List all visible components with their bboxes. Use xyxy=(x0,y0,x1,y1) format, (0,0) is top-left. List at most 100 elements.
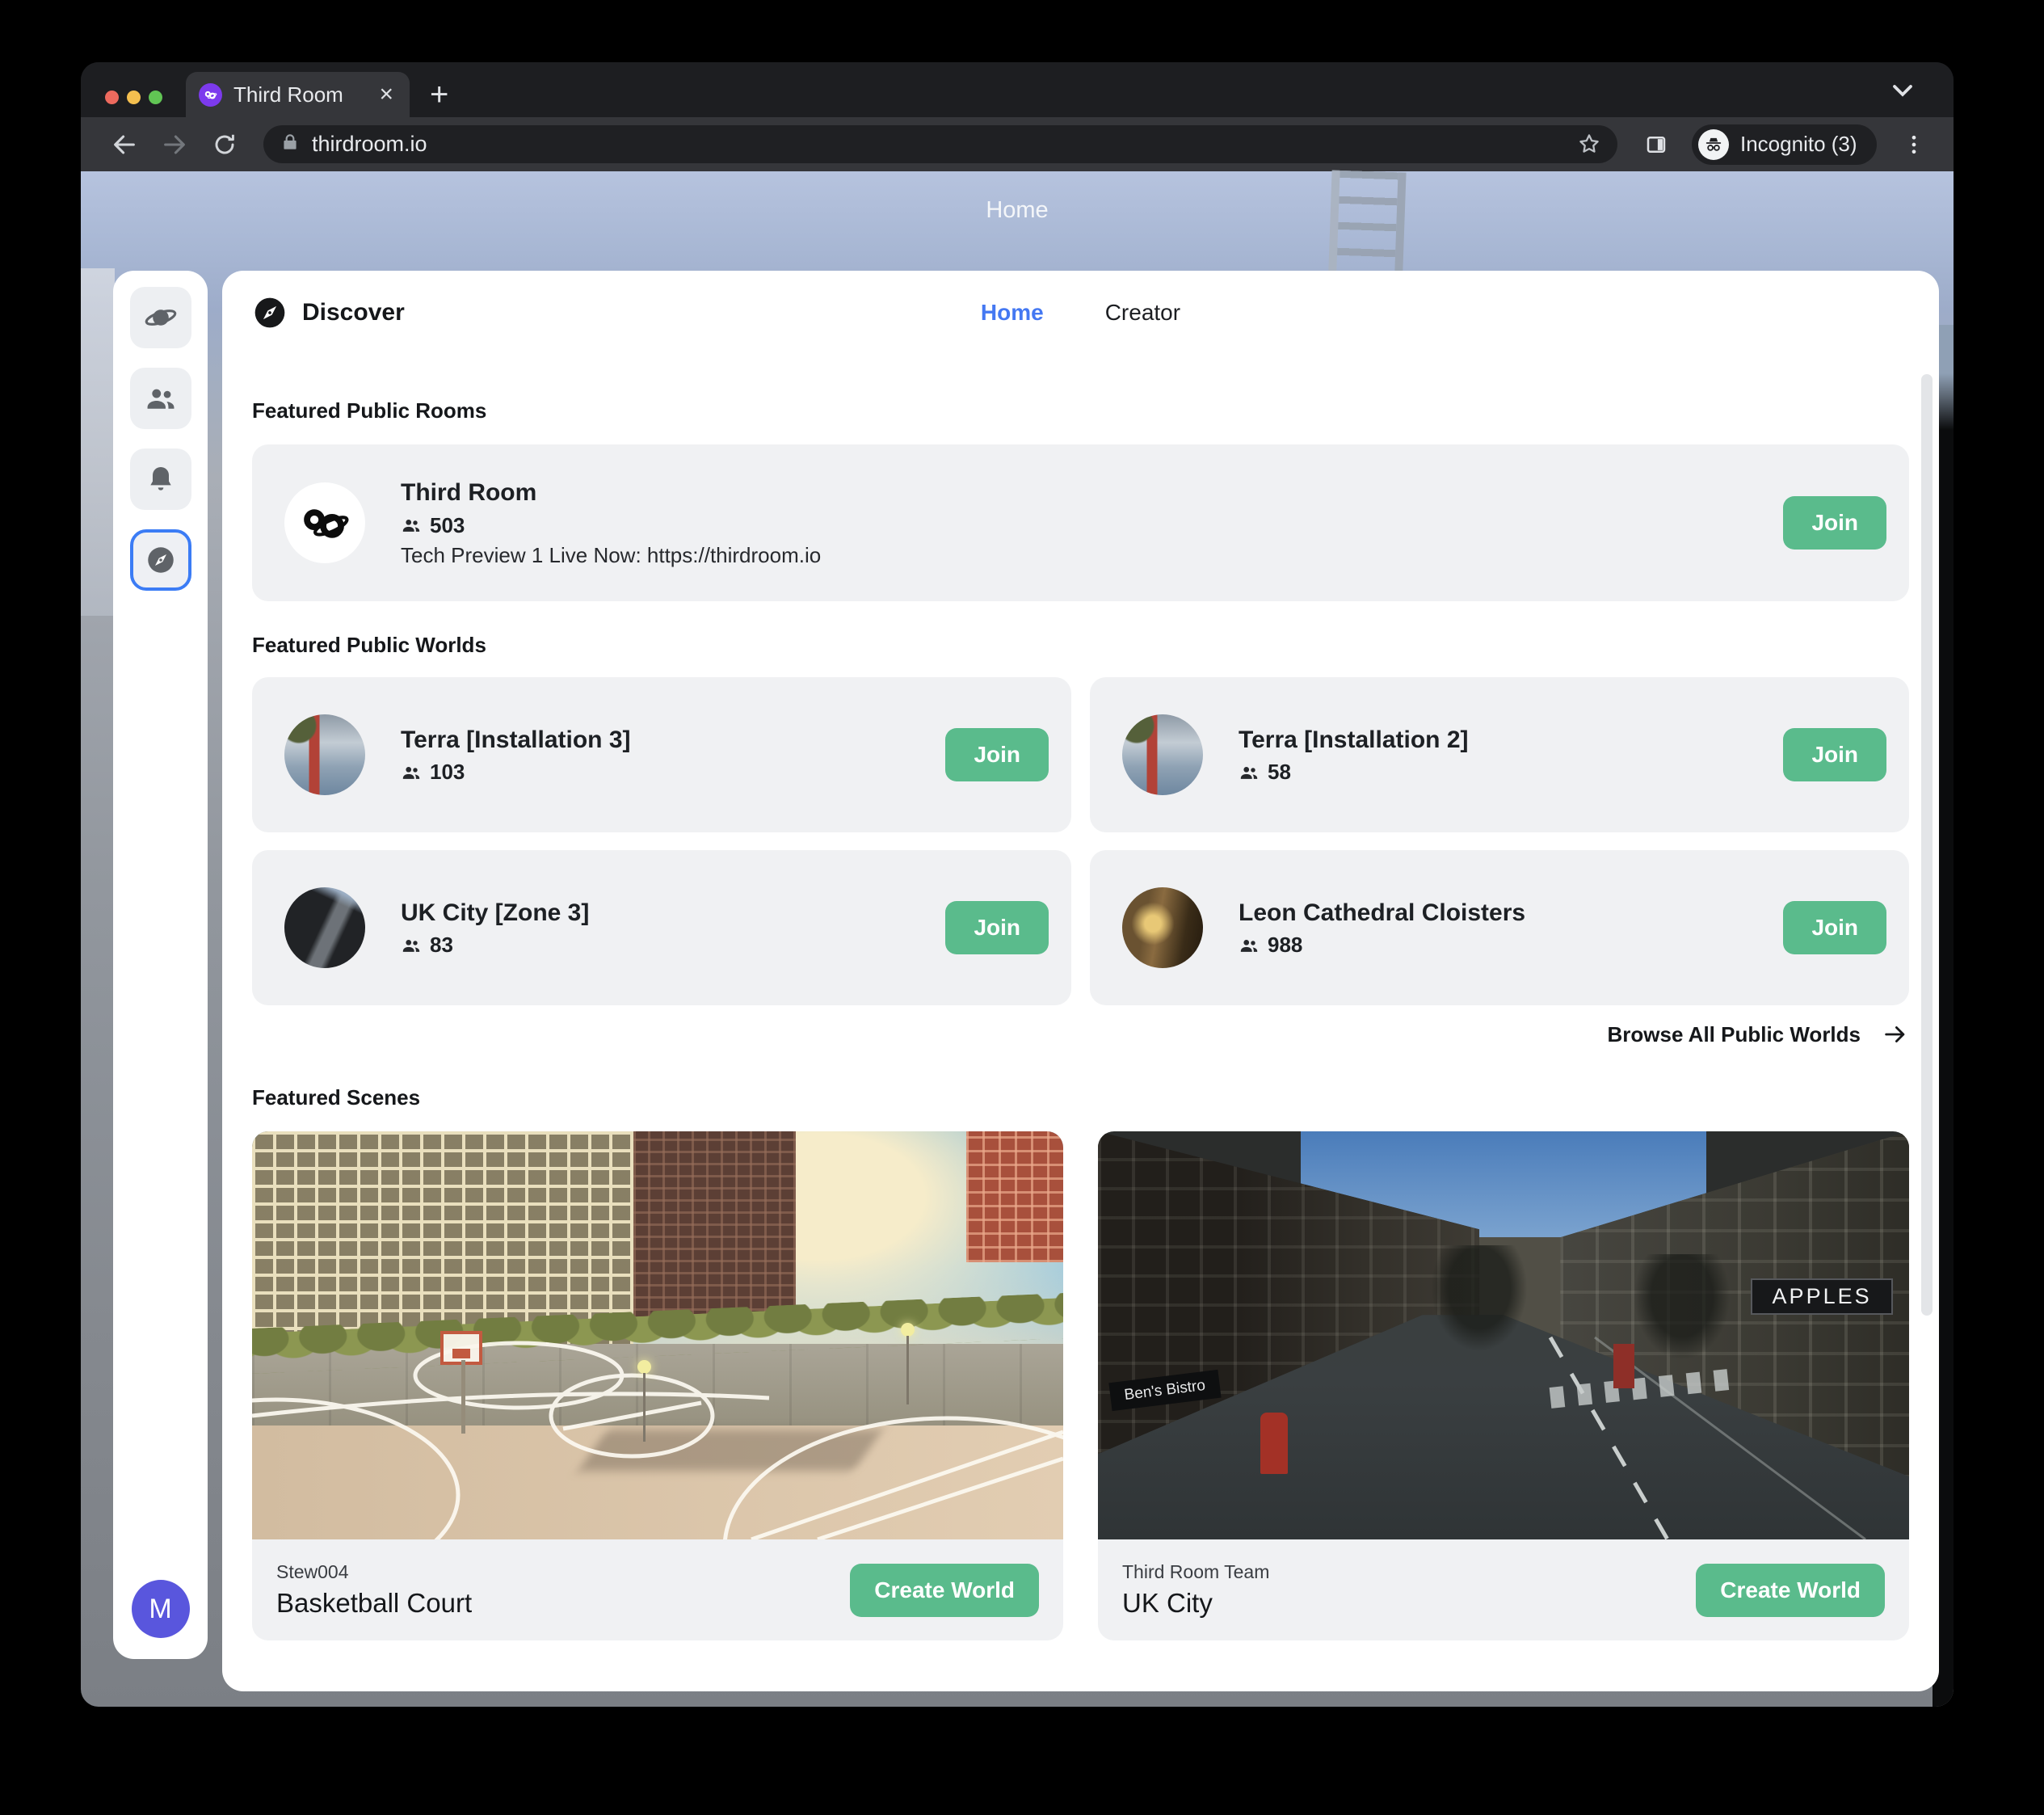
reload-button[interactable] xyxy=(207,127,242,162)
world-card-terra-2[interactable]: Terra [Installation 2] 58 Join xyxy=(1090,677,1909,832)
tab-home[interactable]: Home xyxy=(981,300,1044,326)
world-card-uk-city-zone3[interactable]: UK City [Zone 3] 83 Join xyxy=(252,850,1071,1005)
world-avatar xyxy=(284,887,365,968)
world-name: Leon Cathedral Cloisters xyxy=(1239,898,1525,929)
url-text: thirdroom.io xyxy=(312,132,427,157)
scene-footer: Third Room Team UK City Create World xyxy=(1098,1539,1909,1640)
sidebar-item-friends[interactable] xyxy=(130,368,191,429)
discover-title: Discover xyxy=(302,299,405,326)
join-button-leon-cathedral[interactable]: Join xyxy=(1783,901,1886,954)
tab-title: Third Room xyxy=(233,82,376,107)
members-icon xyxy=(1239,935,1260,956)
scene-card-basketball-court: Stew004 Basketball Court Create World xyxy=(252,1131,1063,1640)
people-icon xyxy=(144,381,178,415)
lamp-post xyxy=(637,1360,651,1374)
tab-close-icon[interactable]: × xyxy=(376,82,397,107)
world-card-leon-cathedral[interactable]: Leon Cathedral Cloisters 988 Join xyxy=(1090,850,1909,1005)
background-building-shape xyxy=(81,268,115,616)
world-member-count: 83 xyxy=(430,933,453,958)
bookmark-star-icon[interactable] xyxy=(1577,132,1601,160)
members-icon xyxy=(1239,762,1260,783)
sidebar-item-discover[interactable] xyxy=(130,529,191,591)
red-postbox xyxy=(1260,1413,1288,1474)
tab-strip: Third Room × + xyxy=(81,62,1954,117)
lock-icon xyxy=(280,132,301,157)
arrow-right-icon xyxy=(1882,1021,1909,1048)
scene-footer: Stew004 Basketball Court Create World xyxy=(252,1539,1063,1640)
screenshot-canvas: Third Room × + thirdroom.i xyxy=(0,0,2044,1815)
storefront-sign-apples: APPLES xyxy=(1751,1278,1893,1315)
scene-author: Third Room Team xyxy=(1122,1561,1269,1583)
world-name: Terra [Installation 2] xyxy=(1239,725,1469,756)
browse-all-label: Browse All Public Worlds xyxy=(1608,1022,1861,1047)
window-zoom-button[interactable] xyxy=(149,91,162,104)
tab-search-chevron-icon[interactable] xyxy=(1890,82,1915,103)
section-heading-scenes: Featured Scenes xyxy=(252,1085,420,1110)
room-card-third-room[interactable]: Third Room 503 Tech Preview 1 Live Now: … xyxy=(252,444,1909,601)
forward-button[interactable] xyxy=(157,127,192,162)
browse-all-public-worlds-link[interactable]: Browse All Public Worlds xyxy=(1608,1021,1910,1048)
window-close-button[interactable] xyxy=(105,91,119,104)
scene-card-uk-city: APPLES Ben's Bistro Third Room Team UK C… xyxy=(1098,1131,1909,1640)
page-background: Home xyxy=(81,171,1954,1707)
incognito-label: Incognito (3) xyxy=(1740,132,1857,157)
members-icon xyxy=(401,935,422,956)
world-avatar xyxy=(1122,714,1203,795)
join-button-uk-city[interactable]: Join xyxy=(945,901,1049,954)
back-button[interactable] xyxy=(107,127,142,162)
incognito-icon xyxy=(1698,129,1729,160)
room-description: Tech Preview 1 Live Now: https://thirdro… xyxy=(401,543,821,568)
create-world-button-basketball[interactable]: Create World xyxy=(850,1564,1039,1617)
user-avatar[interactable]: M xyxy=(132,1580,190,1638)
browser-menu-icon[interactable] xyxy=(1896,127,1932,162)
room-avatar xyxy=(284,482,365,563)
sidebar: M xyxy=(113,271,208,1659)
world-avatar xyxy=(1122,887,1203,968)
new-tab-button[interactable]: + xyxy=(430,77,448,112)
scene-title: Basketball Court xyxy=(276,1588,472,1619)
world-name: Terra [Installation 3] xyxy=(401,725,631,756)
page-title: Home xyxy=(81,197,1954,224)
world-member-count: 58 xyxy=(1268,760,1291,785)
scenes-grid: Stew004 Basketball Court Create World xyxy=(252,1131,1909,1640)
worlds-grid: Terra [Installation 3] 103 Join Terra [I… xyxy=(252,677,1909,1005)
bell-icon xyxy=(145,463,177,495)
thirdroom-favicon xyxy=(199,83,222,107)
world-member-count: 103 xyxy=(430,760,465,785)
browser-tab[interactable]: Third Room × xyxy=(186,72,410,117)
discover-compass-icon xyxy=(252,295,288,331)
window-minimize-button[interactable] xyxy=(127,91,141,104)
scrollbar-thumb[interactable] xyxy=(1921,374,1933,1316)
compass-icon xyxy=(144,543,178,577)
create-world-button-uk-city[interactable]: Create World xyxy=(1696,1564,1885,1617)
room-member-count: 503 xyxy=(430,513,465,538)
room-name: Third Room xyxy=(401,478,821,508)
browser-toolbar: thirdroom.io Incognito (3) xyxy=(81,117,1954,171)
scene-title: UK City xyxy=(1122,1588,1269,1619)
world-member-count: 988 xyxy=(1268,933,1302,958)
tab-creator[interactable]: Creator xyxy=(1105,300,1180,326)
scene-author: Stew004 xyxy=(276,1561,472,1583)
section-heading-worlds: Featured Public Worlds xyxy=(252,633,486,658)
world-name: UK City [Zone 3] xyxy=(401,898,589,929)
incognito-badge[interactable]: Incognito (3) xyxy=(1692,124,1877,165)
planet-icon xyxy=(144,301,178,335)
address-bar[interactable]: thirdroom.io xyxy=(263,125,1617,163)
side-panel-icon[interactable] xyxy=(1638,127,1674,162)
phone-booth xyxy=(1613,1344,1634,1389)
join-button-third-room[interactable]: Join xyxy=(1783,496,1886,550)
scene-image-uk-city: APPLES Ben's Bistro xyxy=(1098,1131,1909,1539)
join-button-terra-3[interactable]: Join xyxy=(945,728,1049,781)
sidebar-item-notifications[interactable] xyxy=(130,448,191,510)
discover-panel: Discover Home Creator Featured Public Ro… xyxy=(222,271,1939,1691)
world-avatar xyxy=(284,714,365,795)
members-icon xyxy=(401,515,422,536)
sidebar-item-home[interactable] xyxy=(130,287,191,348)
discover-header: Discover Home Creator xyxy=(252,295,1909,347)
browser-window: Third Room × + thirdroom.i xyxy=(81,62,1954,1707)
scene-image-basketball-court xyxy=(252,1131,1063,1539)
world-card-terra-3[interactable]: Terra [Installation 3] 103 Join xyxy=(252,677,1071,832)
join-button-terra-2[interactable]: Join xyxy=(1783,728,1886,781)
section-heading-rooms: Featured Public Rooms xyxy=(252,398,486,423)
members-icon xyxy=(401,762,422,783)
